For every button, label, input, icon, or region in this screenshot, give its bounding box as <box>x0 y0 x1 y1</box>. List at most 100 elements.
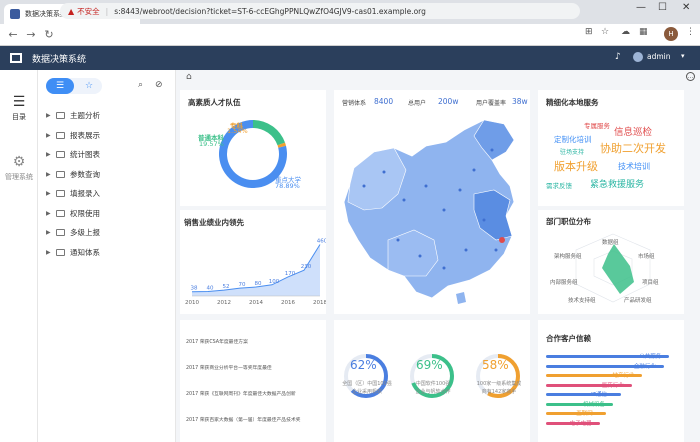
partner-label: 金融行业 <box>633 363 656 370</box>
chevron-right-icon: ▶ <box>46 190 51 198</box>
directory-item[interactable]: ▶ 多级上报 <box>46 223 172 243</box>
app-title: 数据决策系统 <box>32 54 87 65</box>
radar-label: 项目组 <box>642 280 659 286</box>
cloud-icon[interactable]: ☁ <box>621 27 630 37</box>
directory-item-label: 通知体系 <box>70 247 100 257</box>
directory-item[interactable]: ▶ 填报录入 <box>46 184 172 204</box>
directory-item[interactable]: ▶ 权限使用 <box>46 204 172 224</box>
folder-icon <box>56 209 65 217</box>
extensions-icon[interactable]: ▦ <box>639 27 648 37</box>
user-name[interactable]: admin <box>647 52 671 61</box>
partner-label: 公共服务 <box>639 354 662 360</box>
directory-item-label: 权限使用 <box>70 208 100 218</box>
word-cloud-item: 技术培训 <box>618 162 650 171</box>
chevron-down-icon[interactable]: ▾ <box>681 52 685 60</box>
radar-label: 产品研发组 <box>624 298 652 304</box>
industry-card: 销售业绩业内领先 38 40 52 70 80 100 170 230 460 2010 2012 2… <box>180 210 326 314</box>
gauge-caption: 全国（区）中国100强 <box>342 381 392 387</box>
partner-label: 地产行业 <box>612 373 635 379</box>
data-label: 52 <box>223 284 230 290</box>
undergrad-pct: 19.57% <box>199 140 224 148</box>
map-point <box>494 248 498 252</box>
service-card-title: 精细化本地服务 <box>546 98 599 107</box>
chevron-right-icon: ▶ <box>46 112 51 120</box>
x-tick-label: 2018 <box>313 300 326 306</box>
favorites-star-icon[interactable]: ☆ <box>76 78 102 94</box>
map-point <box>472 168 476 172</box>
sales-area-chart: 38 40 52 70 80 100 170 230 460 2010 2012 2014 2016 20… <box>185 238 326 306</box>
talent-donut-chart <box>219 120 287 188</box>
browser-toolbar: ← → ↻ <box>0 24 700 46</box>
rail-label: 管理系统 <box>5 173 33 181</box>
minimize-icon[interactable]: — <box>636 2 646 13</box>
directory-item[interactable]: ▶ 统计图表 <box>46 145 172 165</box>
gauge-caption: 商有142家商手 <box>481 389 517 395</box>
partners-card: 合作客户信赖 公共服务 金融行业 地产行业 医药行业 IT通信 机械设备 互联网 电子电器 <box>538 320 684 442</box>
news-item[interactable]: 2017 荣获商业分析平台一等奖年度最佳 <box>186 364 272 371</box>
profile-avatar[interactable]: H <box>664 27 678 41</box>
clear-filter-icon[interactable]: ⊘ <box>155 80 163 90</box>
maximize-icon[interactable]: ☐ <box>658 2 667 13</box>
partner-label: 电子电器 <box>569 420 592 427</box>
map-point <box>418 254 422 258</box>
partner-label: 互联网 <box>576 411 593 417</box>
directory-item-label: 参数查询 <box>70 169 100 179</box>
user-icon[interactable] <box>633 52 643 62</box>
map-island <box>456 292 466 304</box>
map-card: 营销体系 8400 总用户 200w 用户覆盖率 38w <box>334 90 530 314</box>
partner-row: 金融行业 <box>546 362 680 372</box>
close-window-icon[interactable]: ✕ <box>682 2 690 13</box>
app-favicon-icon <box>10 9 20 19</box>
directory-item-label: 多级上报 <box>70 228 100 238</box>
bell-icon[interactable]: ♪ <box>615 52 621 62</box>
directory-item-label: 填报录入 <box>70 189 100 199</box>
radar-area <box>602 244 634 294</box>
word-cloud-item: 协助二次开发 <box>600 142 666 155</box>
list-view-icon[interactable]: ☰ <box>46 78 74 94</box>
rail-item-directory[interactable]: ☰ 目录 <box>0 94 38 122</box>
nav-rail: ☰ 目录 ⚙ 管理系统 <box>0 70 38 442</box>
news-item[interactable]: 2017 荣获《互联网周刊》年度最佳大数据产品创新 <box>186 390 296 397</box>
map-hotspot <box>499 237 505 243</box>
data-label: 40 <box>207 286 214 292</box>
app-logo-icon <box>10 53 22 63</box>
word-cloud-item: 紧急救援服务 <box>590 180 645 190</box>
folder-icon <box>56 131 65 139</box>
x-tick-label: 2014 <box>249 300 263 306</box>
word-cloud-item: 驻场支持 <box>560 149 585 156</box>
translate-icon[interactable]: ⊞ <box>585 27 593 37</box>
directory-item[interactable]: ▶ 主题分析 <box>46 106 172 126</box>
address-bar[interactable]: ▲ 不安全 | s:8443/webroot/decision?ticket=S… <box>60 3 580 19</box>
partner-bar-list: 公共服务 金融行业 地产行业 医药行业 IT通信 机械设备 互联网 电子电器 <box>546 352 680 428</box>
address-separator: | <box>105 6 109 16</box>
news-item[interactable]: 2017 荣获CSA年度最佳方案 <box>186 338 248 345</box>
directory-item[interactable]: ▶ 通知体系 <box>46 243 172 263</box>
chevron-right-icon: ▶ <box>46 229 51 237</box>
radar-label: 架构服务组 <box>554 254 582 260</box>
folder-icon <box>56 170 65 178</box>
rail-item-management[interactable]: ⚙ 管理系统 <box>0 154 38 182</box>
reload-icon[interactable]: ↻ <box>40 28 58 41</box>
back-icon[interactable]: ← <box>4 28 22 41</box>
map-point <box>382 170 386 174</box>
browser-menu-icon[interactable]: ⋮ <box>686 27 695 37</box>
partner-row: 医药行业 <box>546 381 680 391</box>
forward-icon[interactable]: → <box>22 28 40 41</box>
news-item[interactable]: 2017 荣获百家大数据（第一届）年度最佳产品技术奖 <box>186 416 300 423</box>
url-text: s:8443/webroot/decision?ticket=ST-6-ccEG… <box>114 6 426 16</box>
directory-item[interactable]: ▶ 参数查询 <box>46 165 172 185</box>
gauge-caption: 100家一级系统集成 <box>476 381 522 387</box>
map-point <box>490 148 494 152</box>
search-icon[interactable]: ⌕ <box>138 80 143 90</box>
data-label: 230 <box>301 264 312 270</box>
map-point <box>424 184 428 188</box>
bookmark-star-icon[interactable]: ☆ <box>601 27 609 37</box>
x-tick-label: 2010 <box>185 300 199 306</box>
directory-item[interactable]: ▶ 报表展示 <box>46 126 172 146</box>
partner-bar <box>546 393 622 396</box>
home-icon[interactable]: ⌂ <box>186 72 192 82</box>
gauge-pct: 62% <box>350 358 377 372</box>
more-options-icon[interactable]: … <box>686 72 695 81</box>
folder-icon <box>56 229 65 237</box>
gauge-caption: 企业采用帆软 <box>351 389 382 395</box>
